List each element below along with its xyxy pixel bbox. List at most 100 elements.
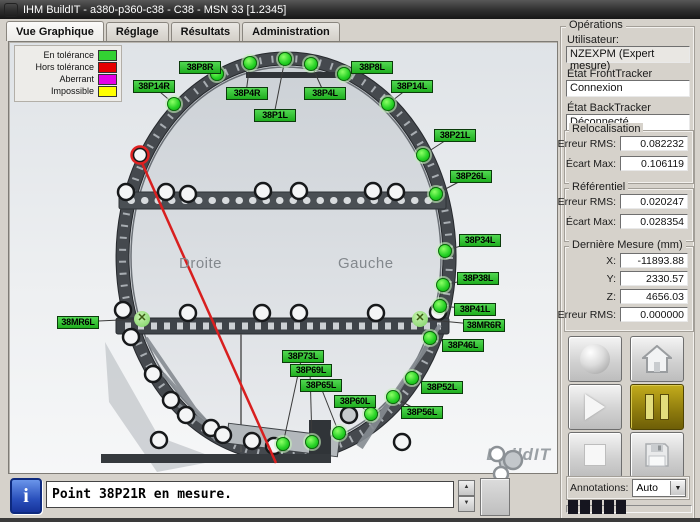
fronttracker-field[interactable]: Connexion (566, 80, 690, 97)
mesure-rms-value: 0.000000 (620, 307, 688, 322)
tab-administration[interactable]: Administration (242, 22, 340, 41)
ref-max-value: 0.028354 (620, 214, 688, 229)
ref-rms-label: Erreur RMS: (558, 196, 616, 208)
point-dot-38P4R[interactable] (243, 56, 257, 70)
annotations-label: Annotations: (570, 482, 628, 494)
point-label-38P69L[interactable]: 38P69L (290, 364, 332, 377)
save-button[interactable] (630, 432, 684, 478)
play-button[interactable] (568, 384, 622, 430)
z-label: Z: (607, 291, 616, 303)
pause-button[interactable] (630, 384, 684, 430)
status-side-button[interactable] (480, 478, 510, 516)
window-bottom-edge (0, 518, 700, 522)
point-label-38MR6L[interactable]: 38MR6L (57, 316, 99, 329)
tab-strip: Vue Graphique Réglage Résultats Administ… (6, 22, 340, 41)
legend-label: En tolérance (43, 50, 94, 60)
point-label-38P46L[interactable]: 38P46L (442, 339, 484, 352)
point-label-38P52L[interactable]: 38P52L (421, 381, 463, 394)
point-label-38P38L[interactable]: 38P38L (457, 272, 499, 285)
point-cross-38MR6L[interactable]: ✕ (134, 311, 150, 327)
point-label-38P4R[interactable]: 38P4R (226, 87, 268, 100)
app-icon (4, 3, 18, 17)
point-label-38P8L[interactable]: 38P8L (351, 61, 393, 74)
z-value: 4656.03 (620, 289, 688, 304)
point-dot-38P69L[interactable] (305, 435, 319, 449)
backtracker-label: État BackTracker (567, 102, 651, 114)
stop-icon (584, 444, 606, 466)
point-dot-38P65L[interactable] (332, 426, 346, 440)
legend-label: Impossible (51, 86, 94, 96)
play-icon (585, 394, 605, 420)
point-label-38P26L[interactable]: 38P26L (450, 170, 492, 183)
status-bar: i ▲ ▼ (0, 474, 556, 518)
scroll-down-button[interactable]: ▼ (458, 496, 475, 512)
point-dot-38P46L[interactable] (423, 331, 437, 345)
chevron-down-icon[interactable]: ▼ (670, 481, 685, 495)
legend-item: Impossible (17, 85, 117, 97)
graphic-viewport[interactable]: Droite Gauche 38P14R38P8R38P4R38P1L38P4L… (8, 41, 558, 474)
reloc-rms-label: Erreur RMS: (558, 138, 616, 150)
point-dot-38P52L[interactable] (405, 371, 419, 385)
sphere-icon (580, 344, 610, 374)
relocalisation-groupbox: Relocalisation Erreur RMS: 0.082232 Écar… (564, 130, 694, 184)
point-dot-38P60L[interactable] (364, 407, 378, 421)
point-label-38P1L[interactable]: 38P1L (254, 109, 296, 122)
tab-resultats[interactable]: Résultats (171, 22, 241, 41)
point-label-38P60L[interactable]: 38P60L (334, 395, 376, 408)
point-dot-38P14L[interactable] (381, 97, 395, 111)
buildit-logo: BuildIT (486, 445, 551, 465)
annotations-select[interactable]: Auto ▼ (632, 479, 686, 497)
legend-label: Hors tolérance (35, 62, 94, 72)
point-dot-38P21L[interactable] (416, 148, 430, 162)
point-label-38P14R[interactable]: 38P14R (133, 80, 175, 93)
status-message-input[interactable] (46, 481, 454, 508)
point-dot-38P14R[interactable] (167, 97, 181, 111)
point-dot-38P4L[interactable] (304, 57, 318, 71)
points-layer: 38P14R 38P8R 38P4R 38P1L 38P4L 38P8L 38P14L 38P… (9, 42, 557, 473)
point-dot-38P8L[interactable] (337, 67, 351, 81)
derniere-mesure-groupbox: Dernière Mesure (mm) X: -11893.88 Y: 233… (564, 246, 694, 332)
scroll-up-button[interactable]: ▲ (458, 480, 475, 496)
point-dot-38P1L[interactable] (278, 52, 292, 66)
legend-item: Aberrant (17, 73, 117, 85)
mesure-rms-label: Erreur RMS: (558, 309, 616, 321)
point-dot-38P26L[interactable] (429, 187, 443, 201)
home-button[interactable] (630, 336, 684, 382)
point-label-38P65L[interactable]: 38P65L (300, 379, 342, 392)
referentiel-groupbox: Référentiel Erreur RMS: 0.020247 Écart M… (564, 188, 694, 242)
legend-label: Aberrant (59, 74, 94, 84)
window-title: IHM BuildIT - a380-p360-c38 - C38 - MSN … (23, 4, 286, 16)
point-label-38P21L[interactable]: 38P21L (434, 129, 476, 142)
probe-button[interactable] (568, 336, 622, 382)
point-label-38P4L[interactable]: 38P4L (304, 87, 346, 100)
point-label-38P41L[interactable]: 38P41L (454, 303, 496, 316)
stop-button[interactable] (568, 432, 622, 478)
reloc-max-value: 0.106119 (620, 156, 688, 171)
point-label-38P56L[interactable]: 38P56L (401, 406, 443, 419)
tab-reglage[interactable]: Réglage (106, 22, 169, 41)
point-label-38MR6R[interactable]: 38MR6R (463, 319, 505, 332)
point-dot-38P73L[interactable] (276, 437, 290, 451)
legend-swatch (98, 62, 117, 73)
point-label-38P8R[interactable]: 38P8R (179, 61, 221, 74)
point-dot-38P41L[interactable] (433, 299, 447, 313)
legend-swatch (98, 74, 117, 85)
tolerance-legend: En tolérance Hors tolérance Aberrant Imposs… (14, 45, 122, 102)
point-label-38P73L[interactable]: 38P73L (282, 350, 324, 363)
operations-title: Opérations (566, 19, 626, 31)
point-dot-38P38L[interactable] (436, 278, 450, 292)
y-value: 2330.57 (620, 271, 688, 286)
x-label: X: (606, 255, 616, 267)
referentiel-title: Référentiel (569, 181, 628, 193)
point-label-38P34L[interactable]: 38P34L (459, 234, 501, 247)
derniere-mesure-title: Dernière Mesure (mm) (569, 239, 686, 251)
point-cross-38MR6R[interactable]: ✕ (412, 311, 428, 327)
tab-vue-graphique[interactable]: Vue Graphique (6, 21, 104, 41)
y-label: Y: (607, 273, 616, 285)
reloc-max-label: Écart Max: (566, 158, 616, 170)
point-dot-38P56L[interactable] (386, 390, 400, 404)
pause-icon (645, 394, 669, 420)
point-dot-38P34L[interactable] (438, 244, 452, 258)
point-label-38P14L[interactable]: 38P14L (391, 80, 433, 93)
progress-blocks (568, 500, 626, 514)
